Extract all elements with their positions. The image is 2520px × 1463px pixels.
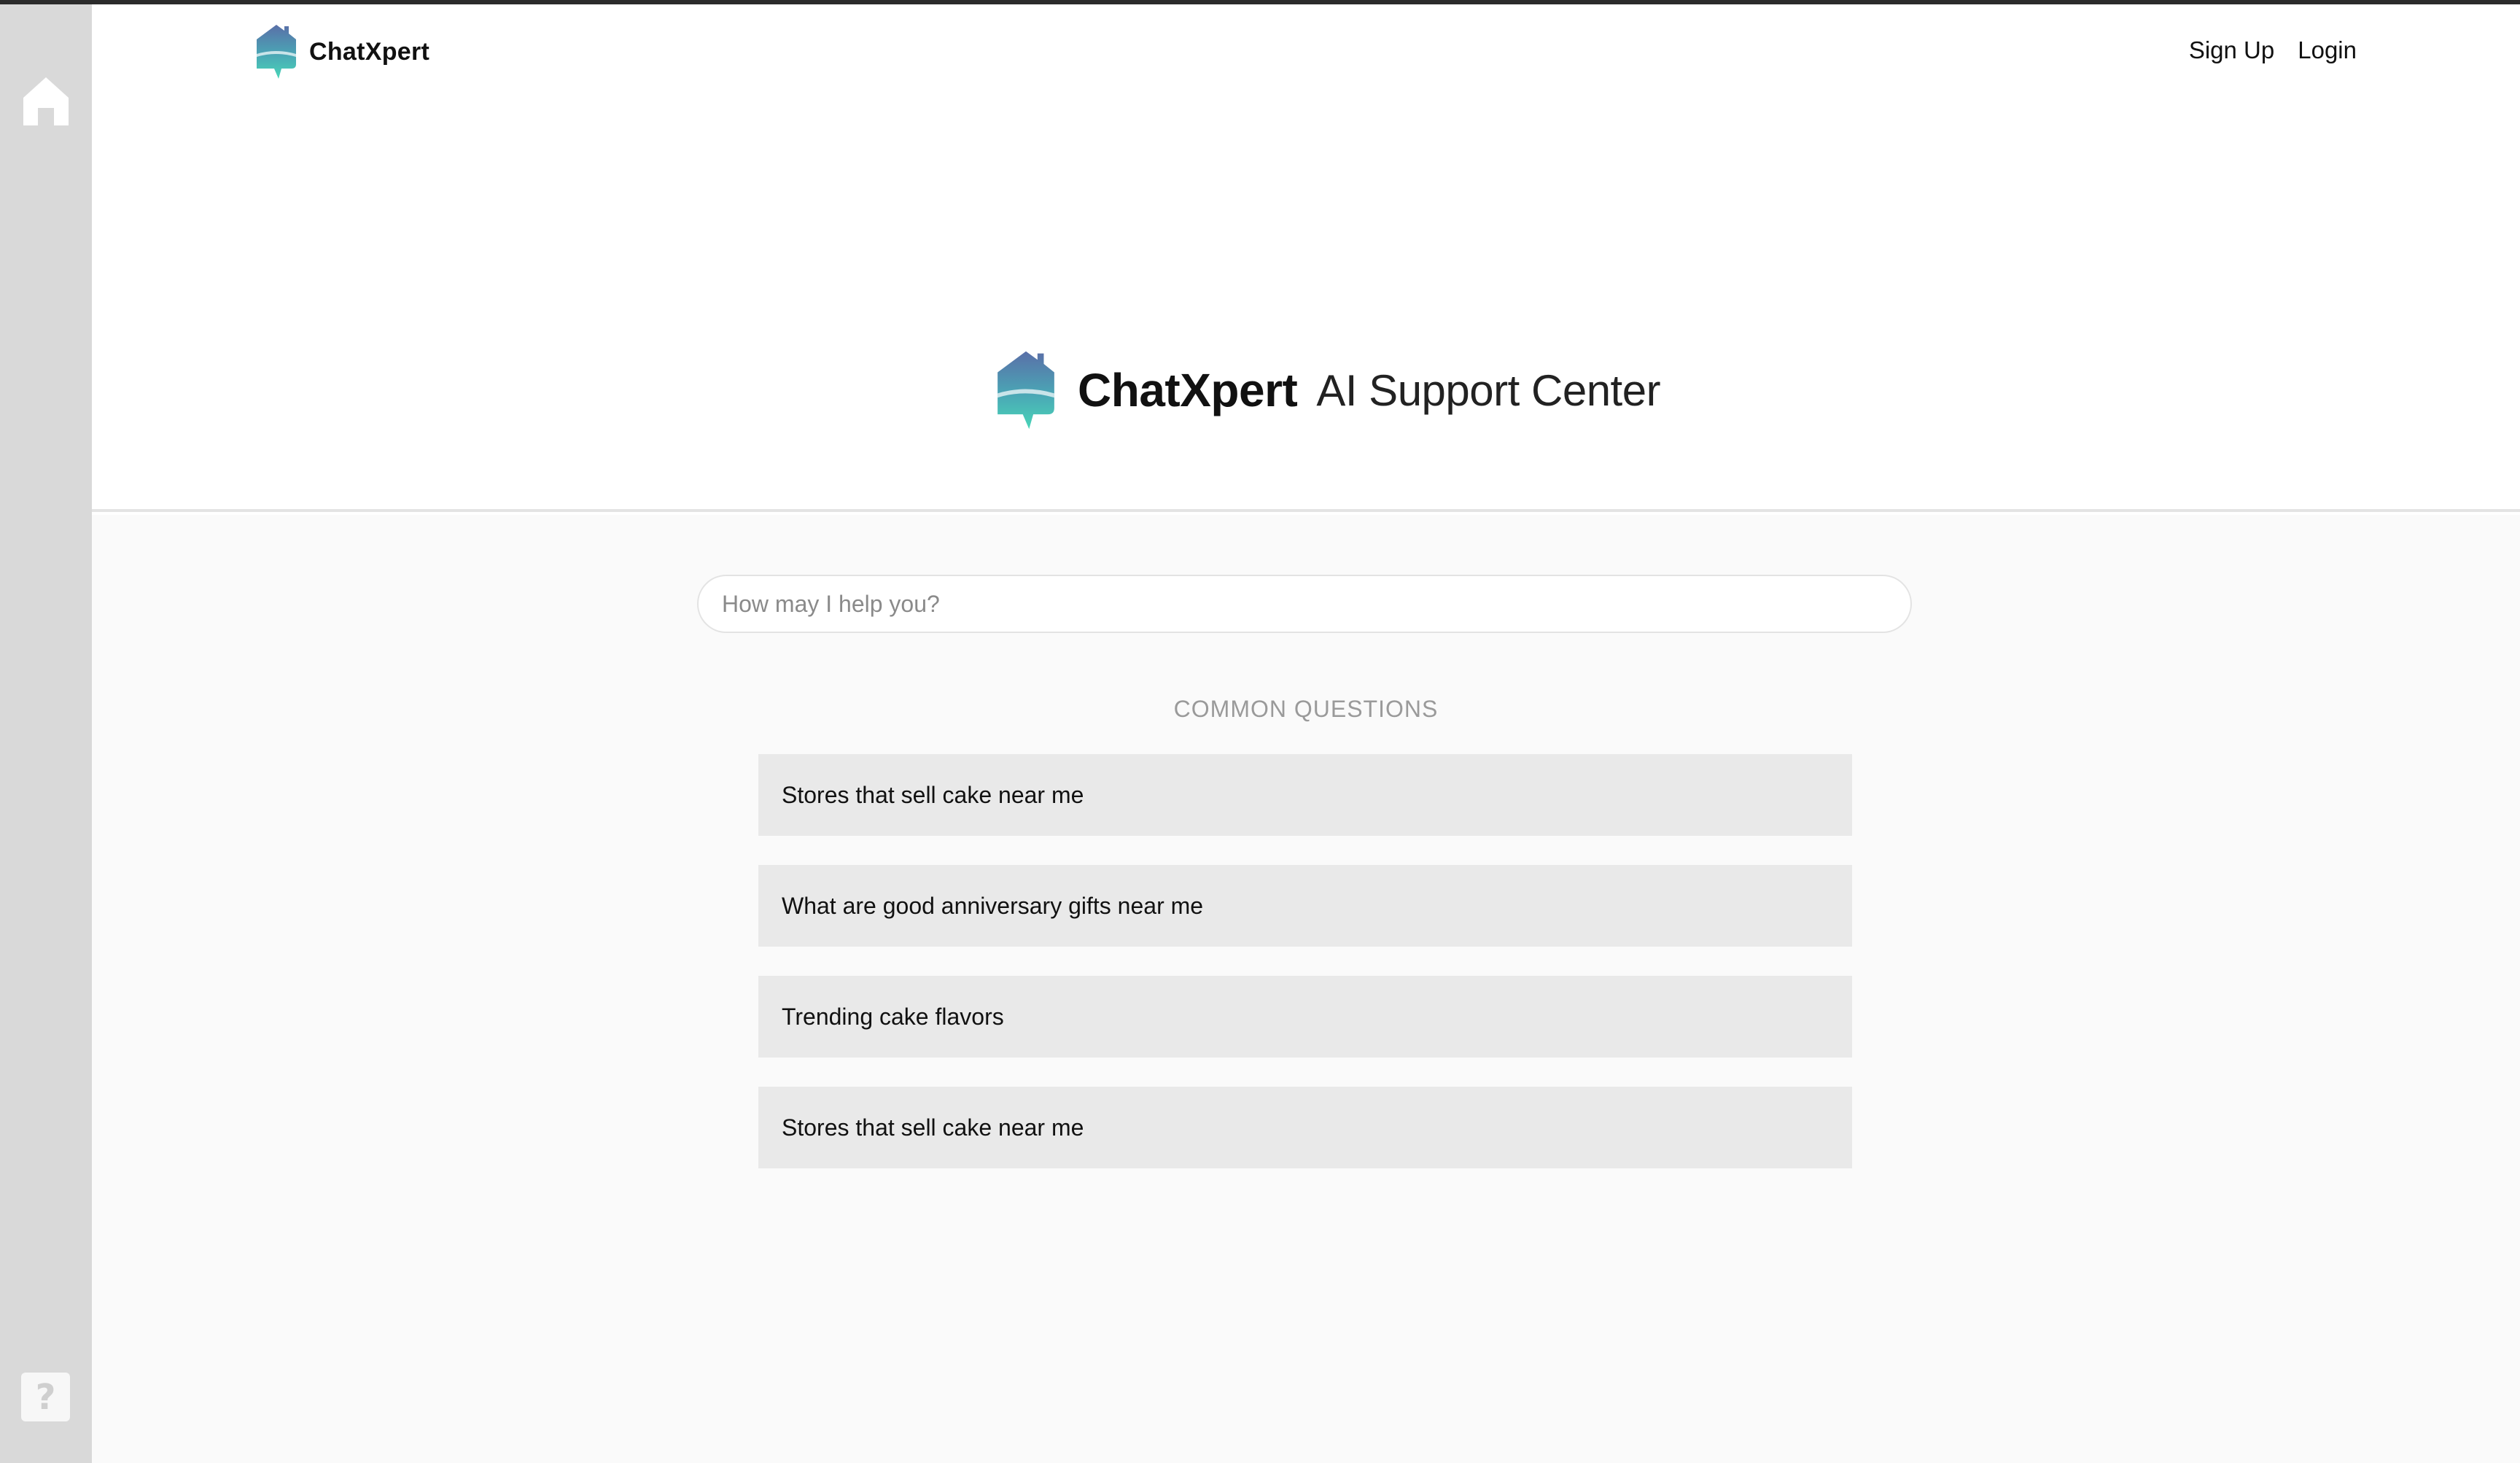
home-icon[interactable] xyxy=(22,76,70,127)
search-input[interactable] xyxy=(697,575,1912,633)
sign-up-link[interactable]: Sign Up xyxy=(2189,36,2274,64)
main-content: COMMON QUESTIONS Stores that sell cake n… xyxy=(92,515,2520,1463)
common-questions-list: Stores that sell cake near me What are g… xyxy=(758,754,1852,1168)
help-icon[interactable]: ? xyxy=(21,1373,70,1421)
brand[interactable]: ChatXpert xyxy=(254,22,429,82)
question-item[interactable]: Stores that sell cake near me xyxy=(758,754,1852,836)
sidebar: ? xyxy=(0,4,92,1463)
brand-name: ChatXpert xyxy=(309,37,430,66)
common-questions-heading: COMMON QUESTIONS xyxy=(1173,696,1439,722)
header: ChatXpert Sign Up Login ChatXpert AI Sup… xyxy=(92,4,2520,512)
question-item[interactable]: What are good anniversary gifts near me xyxy=(758,865,1852,947)
top-nav: Sign Up Login xyxy=(2189,36,2357,64)
hero-subtitle: AI Support Center xyxy=(1316,365,1661,415)
hero-brand: ChatXpert xyxy=(1078,364,1298,416)
hero-logo-icon xyxy=(998,351,1054,430)
logo-icon xyxy=(257,25,296,79)
login-link[interactable]: Login xyxy=(2298,36,2357,64)
question-item[interactable]: Trending cake flavors xyxy=(758,976,1852,1058)
hero-title: ChatXpert AI Support Center xyxy=(993,347,1661,433)
question-item[interactable]: Stores that sell cake near me xyxy=(758,1087,1852,1168)
